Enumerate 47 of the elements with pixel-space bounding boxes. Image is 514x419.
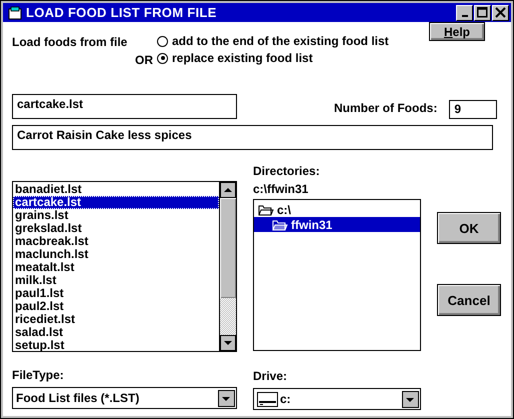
file-item[interactable]: macbreak.lst [13, 235, 219, 248]
close-button[interactable] [492, 4, 509, 20]
dialog-button[interactable]: OK [437, 212, 501, 244]
minimize-icon [462, 14, 468, 16]
folder-icon [272, 218, 288, 232]
file-item[interactable]: maclunch.lst [13, 248, 219, 261]
file-item[interactable]: grekslad.lst [13, 222, 219, 235]
maximize-icon [477, 7, 488, 18]
file-item[interactable]: milk.lst [13, 274, 219, 287]
radio-option[interactable]: replace existing food list [157, 51, 429, 65]
close-icon [495, 7, 506, 18]
directory-path: c:\ffwin31 [253, 182, 310, 196]
file-name-field[interactable]: cartcake.lst [12, 94, 237, 119]
file-type-dropdown[interactable]: Food List files (*.LST) [12, 387, 237, 409]
number-of-foods-field[interactable]: 9 [449, 100, 498, 119]
help-button[interactable]: Help [429, 22, 485, 41]
file-type-label: FileType: [12, 368, 65, 384]
directory-item[interactable]: c:\ [254, 202, 420, 217]
file-item[interactable]: banadiet.lst [13, 183, 219, 196]
maximize-button[interactable] [474, 4, 491, 20]
scroll-thumb[interactable] [220, 198, 236, 298]
file-item[interactable]: meatalt.lst [13, 261, 219, 274]
file-item[interactable]: setup.lst [13, 339, 219, 352]
drive-icon [257, 392, 278, 406]
or-label: OR [135, 53, 153, 67]
radio-button[interactable] [157, 36, 168, 46]
scrollbar[interactable] [219, 182, 236, 351]
load-label: Load foods from file [12, 35, 128, 49]
minimize-button[interactable] [456, 4, 473, 20]
file-item[interactable]: grains.lst [13, 209, 219, 222]
number-of-foods-label: Number of Foods: [334, 101, 438, 115]
folder-icon [258, 202, 274, 216]
radio-button[interactable] [157, 52, 168, 64]
directories-label: Directories: [253, 164, 321, 178]
directory-item[interactable]: ffwin31 [254, 217, 420, 232]
window-title: LOAD FOOD LIST FROM FILE [26, 5, 218, 20]
dialog-button[interactable]: Cancel [437, 284, 501, 316]
file-item[interactable]: paul2.lst [13, 300, 219, 313]
app-icon [8, 6, 22, 20]
drive-dropdown[interactable]: c: [253, 388, 421, 410]
file-item[interactable]: paul1.lst [13, 287, 219, 300]
description-field[interactable]: Carrot Raisin Cake less spices [12, 125, 493, 150]
file-item[interactable]: salad.lst [13, 326, 219, 339]
radio-option[interactable]: add to the end of the existing food list [157, 34, 429, 48]
file-item[interactable]: cartcake.lst [13, 196, 219, 209]
file-item[interactable]: ricediet.lst [13, 313, 219, 326]
drive-label: Drive: [253, 369, 288, 385]
